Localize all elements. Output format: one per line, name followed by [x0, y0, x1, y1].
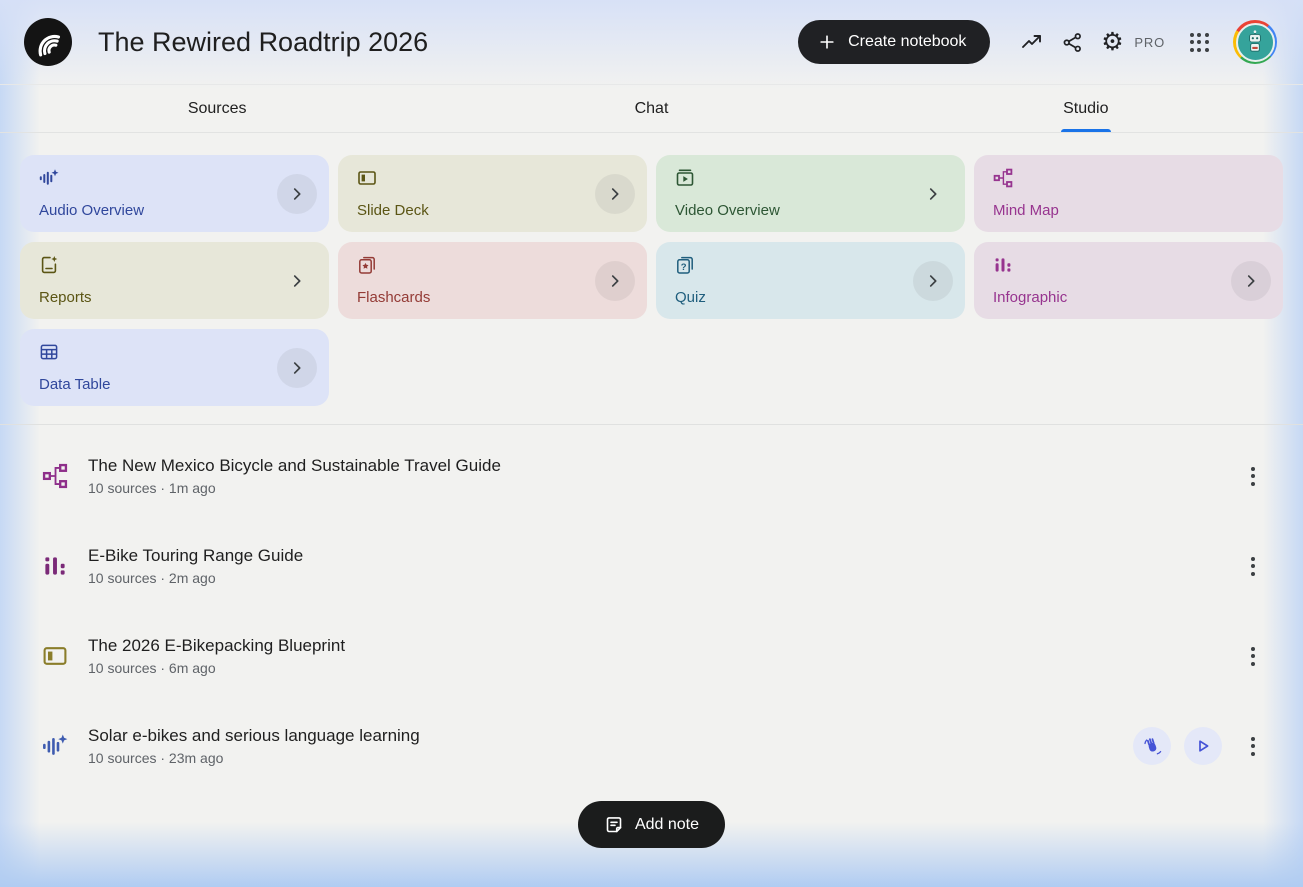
tool-label: Reports — [39, 289, 92, 306]
tab-bar: Sources Chat Studio — [0, 84, 1303, 133]
apps-grid-icon — [1189, 32, 1209, 52]
artifact-title: The 2026 E-Bikepacking Blueprint — [88, 636, 346, 655]
tab-sources[interactable]: Sources — [0, 85, 434, 132]
chevron-right-icon[interactable] — [595, 173, 635, 214]
slide-deck-icon — [40, 643, 70, 669]
tool-label: Flashcards — [357, 289, 431, 306]
note-icon — [604, 815, 624, 835]
interactive-mode-button[interactable] — [1133, 727, 1171, 765]
tool-label: Infographic — [993, 289, 1068, 306]
flashcards-icon — [357, 255, 377, 275]
tool-card-quiz[interactable]: ? Quiz — [656, 242, 965, 319]
artifact-title: Solar e-bikes and serious language learn… — [88, 726, 420, 745]
play-icon — [1193, 736, 1213, 756]
artifact-title: The New Mexico Bicycle and Sustainable T… — [88, 456, 501, 475]
add-note-button[interactable]: Add note — [577, 801, 726, 848]
tab-label: Studio — [1061, 86, 1111, 132]
create-notebook-button[interactable]: Create notebook — [798, 20, 991, 64]
infographic-icon — [40, 553, 70, 579]
create-notebook-label: Create notebook — [848, 33, 967, 50]
avatar-robot-image — [1235, 22, 1275, 62]
tool-card-flashcards[interactable]: Flashcards — [338, 242, 647, 319]
reports-icon — [39, 255, 59, 275]
tool-label: Quiz — [675, 289, 706, 306]
more-options-button[interactable] — [1239, 638, 1267, 674]
tool-label: Slide Deck — [357, 202, 429, 219]
artifact-title: E-Bike Touring Range Guide — [88, 546, 304, 565]
quiz-icon: ? — [675, 255, 695, 275]
tool-card-infographic[interactable]: Infographic — [974, 242, 1283, 319]
tool-card-slide-deck[interactable]: Slide Deck — [338, 155, 647, 232]
tool-card-reports[interactable]: Reports — [20, 242, 329, 319]
infographic-icon — [993, 255, 1013, 275]
video-overview-icon — [675, 168, 695, 188]
share-button[interactable] — [1052, 22, 1092, 62]
artifact-row[interactable]: The New Mexico Bicycle and Sustainable T… — [36, 431, 1267, 521]
svg-text:?: ? — [681, 262, 687, 273]
chevron-right-icon[interactable] — [277, 173, 317, 214]
more-options-button[interactable] — [1239, 458, 1267, 494]
chevron-right-icon[interactable] — [913, 260, 953, 301]
chevron-right-icon[interactable] — [277, 261, 317, 301]
more-options-button[interactable] — [1239, 728, 1267, 764]
play-button[interactable] — [1184, 727, 1222, 765]
artifact-meta: 10 sources · 1m ago — [88, 480, 216, 496]
tool-label: Data Table — [39, 376, 111, 393]
analytics-button[interactable] — [1012, 22, 1052, 62]
pro-badge: PRO — [1134, 34, 1165, 50]
tab-studio[interactable]: Studio — [869, 85, 1303, 132]
notebooklm-logo[interactable] — [24, 18, 72, 66]
gear-icon: ⚙ — [1101, 27, 1124, 56]
artifact-row[interactable]: E-Bike Touring Range Guide 10 sources · 2… — [36, 521, 1267, 611]
studio-tools-grid: Audio Overview Slide Deck Video Overview Mi… — [20, 155, 1283, 406]
tool-card-data-table[interactable]: Data Table — [20, 329, 329, 406]
interactive-mode-icon — [1142, 736, 1162, 756]
audio-waveform-icon — [39, 168, 59, 188]
trending-up-icon — [1020, 30, 1044, 54]
mind-map-icon — [40, 463, 70, 489]
add-note-label: Add note — [634, 815, 700, 833]
artifact-meta: 10 sources · 23m ago — [88, 750, 224, 766]
artifact-row[interactable]: The 2026 E-Bikepacking Blueprint 10 sourc… — [36, 611, 1267, 701]
plus-icon — [818, 33, 836, 51]
mind-map-icon — [993, 168, 1013, 188]
google-apps-button[interactable] — [1179, 22, 1219, 62]
chevron-right-icon[interactable] — [913, 174, 953, 214]
artifact-list: The New Mexico Bicycle and Sustainable T… — [0, 425, 1303, 791]
tab-label: Chat — [634, 99, 669, 117]
tool-card-mind-map[interactable]: Mind Map — [974, 155, 1283, 232]
slide-deck-icon — [357, 168, 377, 188]
tool-card-audio-overview[interactable]: Audio Overview — [20, 155, 329, 232]
tab-label: Sources — [187, 99, 247, 117]
data-table-icon — [39, 342, 59, 362]
page-title[interactable]: The Rewired Roadtrip 2026 — [98, 27, 428, 58]
audio-waveform-icon — [40, 733, 70, 759]
tool-label: Audio Overview — [39, 202, 145, 219]
artifact-meta: 10 sources · 6m ago — [88, 660, 216, 676]
tool-card-video-overview[interactable]: Video Overview — [656, 155, 965, 232]
chevron-right-icon[interactable] — [1231, 260, 1271, 301]
artifact-row[interactable]: Solar e-bikes and serious language learn… — [36, 701, 1267, 791]
tab-chat[interactable]: Chat — [434, 85, 868, 132]
chevron-right-icon[interactable] — [277, 347, 317, 388]
more-options-button[interactable] — [1239, 548, 1267, 584]
settings-button[interactable]: ⚙ — [1092, 22, 1132, 62]
share-icon — [1061, 31, 1084, 54]
tool-label: Mind Map — [993, 202, 1059, 219]
avatar[interactable] — [1233, 20, 1277, 64]
artifact-meta: 10 sources · 2m ago — [88, 570, 216, 586]
chevron-right-icon[interactable] — [595, 260, 635, 301]
tool-label: Video Overview — [675, 202, 780, 219]
header: The Rewired Roadtrip 2026 Create noteboo… — [0, 0, 1303, 84]
